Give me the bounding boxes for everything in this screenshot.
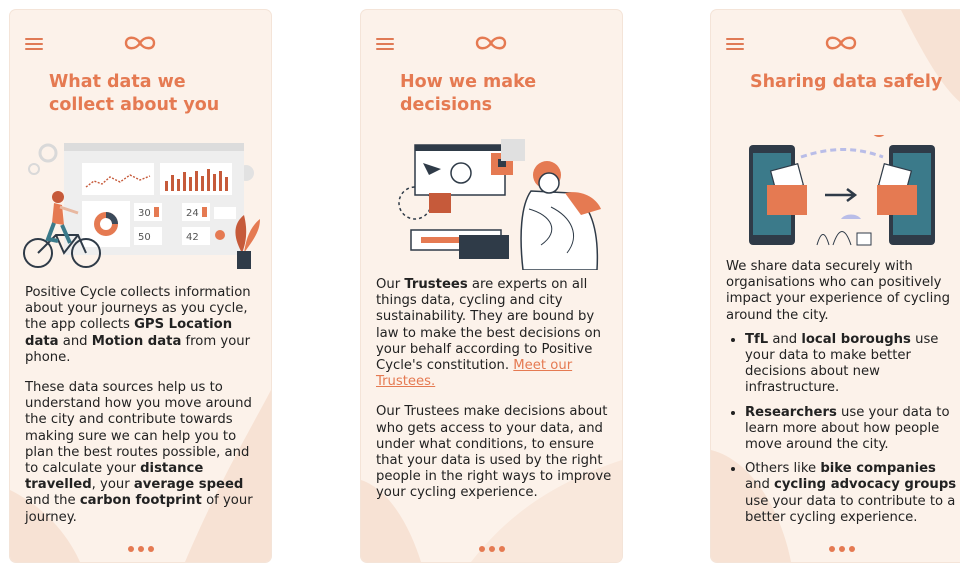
panel-body: Positive Cycle collects information abou… xyxy=(25,285,261,540)
secure-data-transfer-illustration xyxy=(749,135,935,246)
onboarding-panel-collect: What data we collect about you 30 24 50 … xyxy=(10,10,271,562)
hamburger-menu-icon[interactable] xyxy=(376,38,394,50)
intro-paragraph: We share data securely with organisation… xyxy=(726,259,950,323)
list-item: Researchers use your data to learn more … xyxy=(745,405,960,454)
list-item: TfL and local boroughs use your data to … xyxy=(745,332,960,397)
page-title: Sharing data safely xyxy=(750,72,943,92)
paragraph: These data sources help us to understand… xyxy=(25,380,253,525)
paragraph: Positive Cycle collects information abou… xyxy=(25,285,251,365)
plant-icon xyxy=(235,215,260,269)
paragraph: Our Trustees are experts on all things d… xyxy=(376,277,601,390)
stat-number: 30 xyxy=(138,208,151,219)
list-item: Others like bike companies and cycling a… xyxy=(745,461,960,526)
stat-number: 24 xyxy=(186,208,199,219)
page-title: How we make decisions xyxy=(400,72,537,115)
hamburger-menu-icon[interactable] xyxy=(726,38,744,50)
onboarding-panel-sharing: Sharing data safely We share data secure… xyxy=(711,10,960,562)
pagination-dots[interactable] xyxy=(829,546,855,552)
infinity-cycle-logo-icon xyxy=(475,36,507,50)
cyclist-dashboard-illustration: 30 24 50 42 xyxy=(23,143,260,269)
paragraph: Our Trustees make decisions about who ge… xyxy=(376,404,612,501)
panel-body: Our Trustees are experts on all things d… xyxy=(376,277,612,516)
panel-body: We share data securely with organisation… xyxy=(726,259,960,534)
infinity-cycle-logo-icon xyxy=(825,36,857,50)
infinity-cycle-logo-icon xyxy=(124,36,156,50)
data-partners-list: TfL and local boroughs use your data to … xyxy=(726,332,960,526)
pagination-dots[interactable] xyxy=(479,546,505,552)
stat-number: 50 xyxy=(138,232,151,243)
page-title: What data we collect about you xyxy=(49,72,220,115)
stat-number: 42 xyxy=(186,232,199,243)
pagination-dots[interactable] xyxy=(128,546,154,552)
onboarding-panel-decisions: How we make decisions Our Trustees are e… xyxy=(361,10,622,562)
trustees-decision-illustration xyxy=(398,139,601,270)
hamburger-menu-icon[interactable] xyxy=(25,38,43,50)
